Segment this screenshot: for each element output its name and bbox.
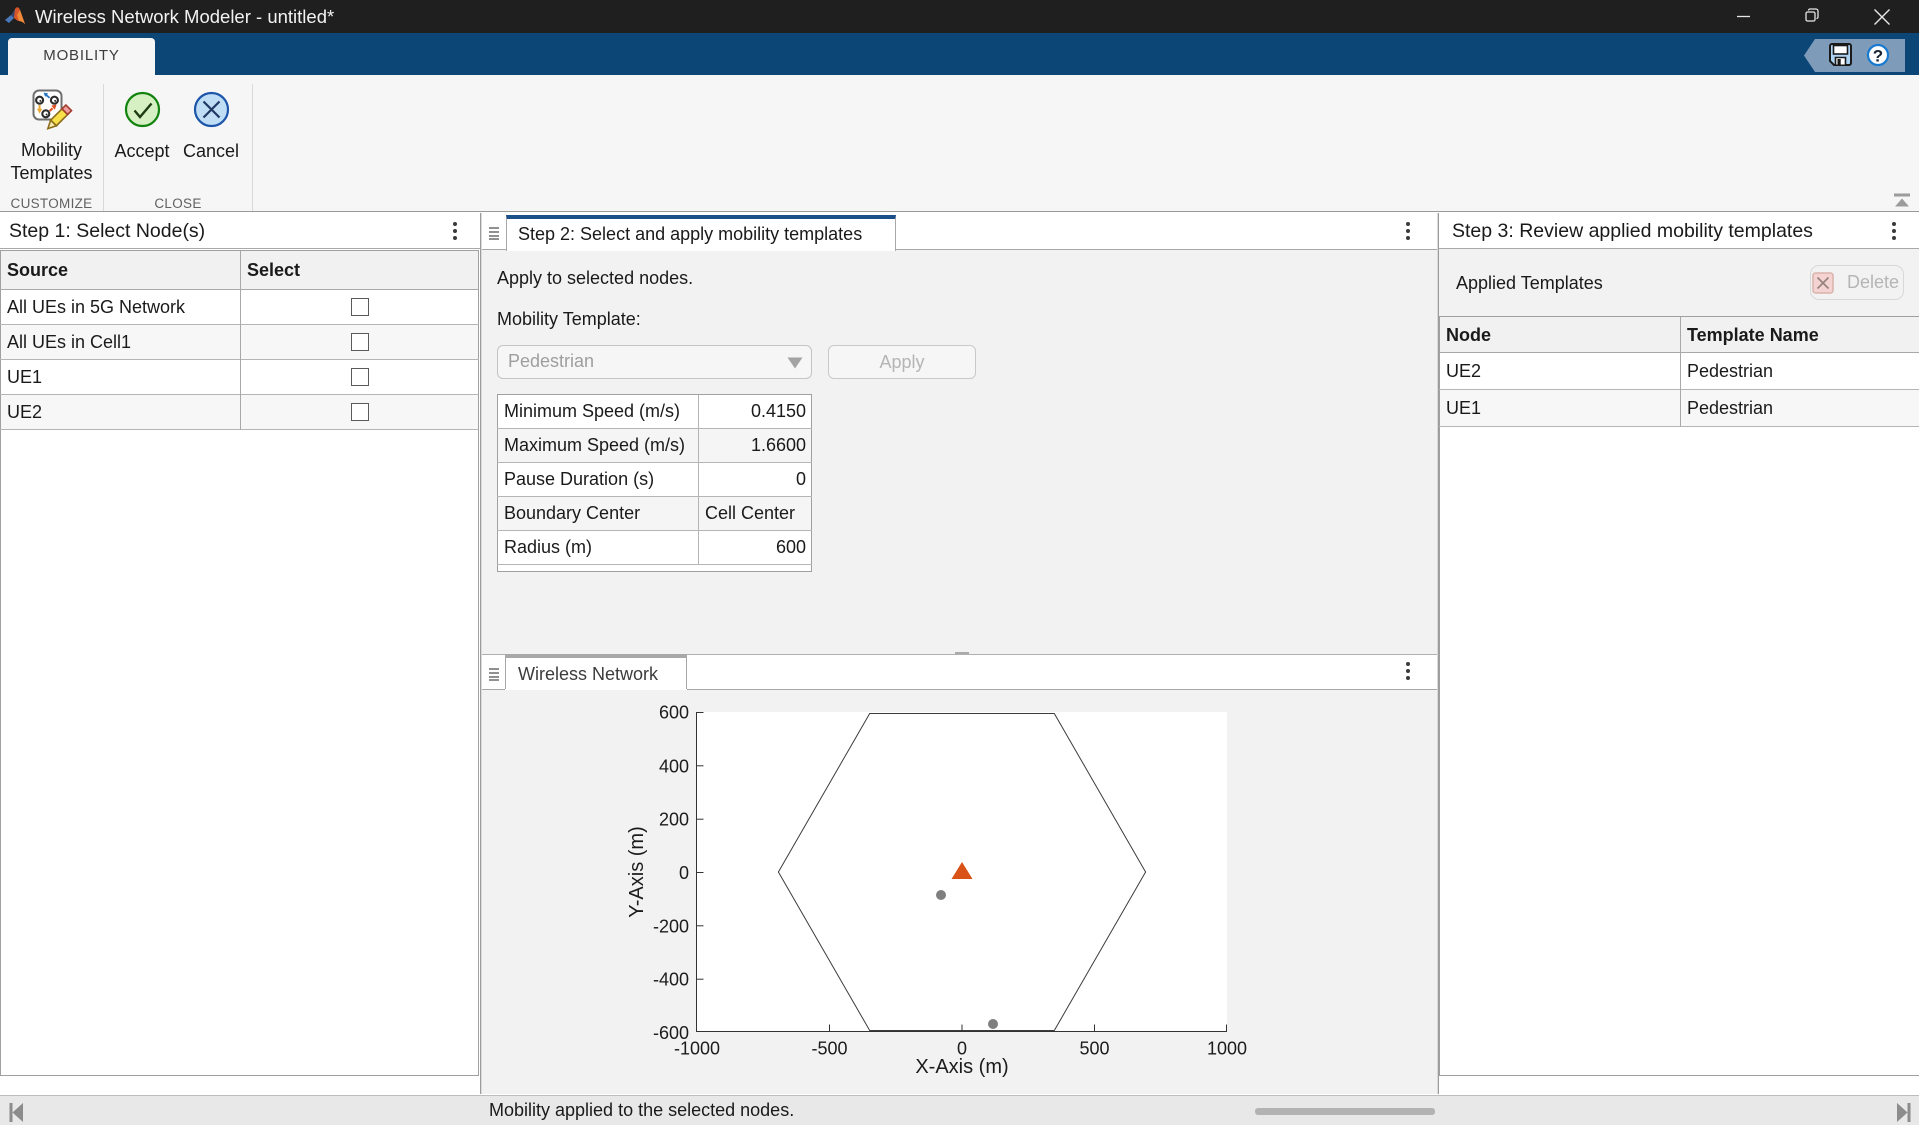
svg-text:0: 0 <box>679 863 689 883</box>
svg-text:Y-Axis (m): Y-Axis (m) <box>626 826 648 917</box>
svg-text:-500: -500 <box>811 1039 847 1059</box>
svg-text:-1000: -1000 <box>674 1039 720 1059</box>
svg-text:?: ? <box>1873 47 1883 66</box>
svg-text:400: 400 <box>659 756 689 776</box>
svg-text:600: 600 <box>659 703 689 723</box>
svg-text:500: 500 <box>1079 1039 1109 1059</box>
svg-text:-200: -200 <box>653 916 689 936</box>
svg-text:X-Axis (m): X-Axis (m) <box>915 1056 1008 1078</box>
svg-text:200: 200 <box>659 810 689 830</box>
svg-text:-400: -400 <box>653 970 689 990</box>
svg-text:1000: 1000 <box>1207 1039 1247 1059</box>
